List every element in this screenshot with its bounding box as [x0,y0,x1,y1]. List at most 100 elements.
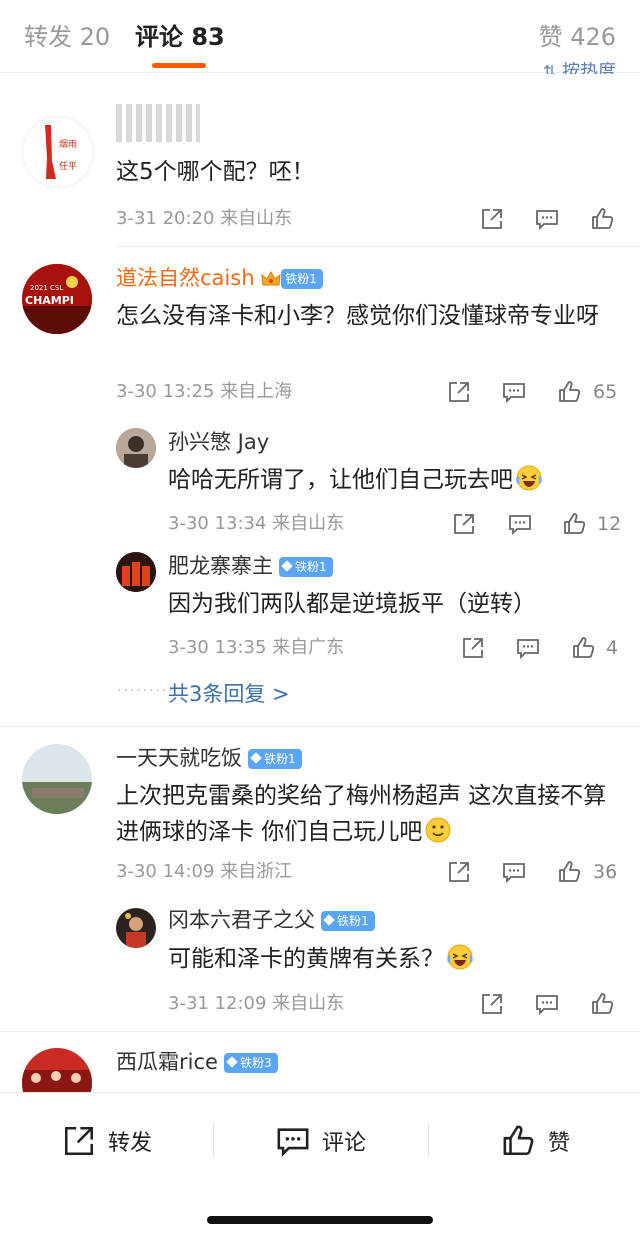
share-icon[interactable] [480,207,504,231]
username-text: 道法自然caish [116,266,255,290]
comment-icon[interactable] [502,860,526,884]
avatar[interactable]: 烟雨 任平 [22,116,94,188]
like-button[interactable]: 赞 [502,1121,570,1161]
tab-likes[interactable]: 赞 426 [539,20,616,54]
reply-meta: 3-30 13:35 来自广东 [168,637,345,658]
comment-text: 上次把克雷桑的奖给了梅州杨超声 这次直接不算进俩球的泽卡 你们自己玩儿吧 [116,783,607,845]
tab-repost[interactable]: 转发 20 [24,20,110,54]
share-icon[interactable] [452,512,476,536]
more-dots: ········· [117,683,176,699]
avatar[interactable] [22,744,92,814]
comment-icon[interactable] [535,207,559,231]
avatar-image [116,908,156,948]
comment-icon[interactable] [508,512,532,536]
reply-text: 哈哈无所谓了，让他们自己玩去吧 [168,462,618,498]
comment-meta: 3-31 20:20 来自山东 [116,208,293,229]
repost-button[interactable]: 转发 [62,1121,152,1161]
separator [213,1123,214,1157]
fan-badge: 铁粉1 [321,911,375,931]
crown-icon [261,270,281,286]
avatar[interactable] [116,552,156,592]
seal-avatar-image: 烟雨 任平 [45,125,77,179]
smile-emoji-icon [425,817,451,843]
comment-label: 评论 [322,1131,367,1156]
share-icon[interactable] [461,636,485,660]
username-text: 肥龙寨寨主 [168,554,273,578]
fan-badge: 铁粉1 [248,749,302,769]
champions-avatar-image: 2021 CSL CHAMPI [22,264,92,334]
like-count: 65 [593,381,618,403]
svg-text:2021 CSL: 2021 CSL [30,284,63,292]
like-icon[interactable] [591,207,615,231]
like-icon[interactable] [558,860,582,884]
comment-icon[interactable] [502,380,526,404]
landscape-avatar-image [22,744,92,814]
comment-icon[interactable] [516,636,540,660]
diamond-icon [250,752,262,764]
reply-text: 因为我们两队都是逆境扳平（逆转） [168,591,536,617]
tab-bar: 转发 20 评论 83 赞 426 ⇅ 按热度 [0,0,640,74]
avatar[interactable] [116,908,156,948]
share-icon [64,1126,94,1156]
censored-username [116,104,200,142]
reply-meta: 3-31 12:09 来自山东 [168,993,345,1014]
comment-button[interactable]: 评论 [276,1121,366,1161]
username[interactable]: 道法自然caish 铁粉1 [116,264,323,292]
home-indicator[interactable] [207,1216,433,1224]
like-icon[interactable] [563,512,587,536]
avatar[interactable] [116,428,156,468]
like-label: 赞 [548,1131,571,1156]
tab-comments[interactable]: 评论 83 [135,20,225,54]
fan-badge: 铁粉3 [223,1053,278,1073]
svg-text:任平: 任平 [59,160,77,172]
username[interactable]: 冈本六君子之父 铁粉1 [168,906,375,934]
reply-text: 可能和泽卡的黄牌有关系？ [168,941,618,977]
diamond-icon [226,1056,238,1068]
sort-label: 按热度 [562,62,616,74]
like-icon [503,1125,534,1156]
comment-text: 怎么没有泽卡和小李？感觉你们没懂球帝专业呀 [116,303,599,329]
avatar-image [116,428,156,468]
avatar-image [116,552,156,592]
repost-label: 转发 [108,1131,153,1156]
share-icon[interactable] [480,992,504,1016]
username-text: 一天天就吃饭 [116,746,242,770]
username[interactable]: 西瓜霜rice 铁粉3 [116,1048,278,1076]
like-count: 36 [593,861,618,883]
username-text: 冈本六君子之父 [168,908,315,932]
svg-text:烟雨: 烟雨 [59,138,77,150]
comment-divider [0,726,640,727]
username[interactable]: 孙兴慜 Jay [168,428,269,456]
comment-meta: 3-30 14:09 来自浙江 [116,861,293,882]
avatar[interactable]: 2021 CSL CHAMPI [22,264,92,334]
diamond-icon [323,914,335,926]
laughing-crying-emoji-icon [447,944,473,970]
comment-divider [116,246,640,247]
fan-badge: 铁粉1 [279,557,333,577]
reply-meta: 3-30 13:34 来自山东 [168,513,345,534]
like-count: 4 [606,637,619,659]
active-tab-indicator [152,63,206,68]
like-icon[interactable] [572,636,596,660]
more-replies-link[interactable]: 共3条回复 > [168,680,290,708]
fan-badge: 铁粉1 [281,269,323,289]
sort-toggle[interactable]: ⇅ 按热度 [543,62,616,74]
username[interactable]: 肥龙寨寨主 铁粉1 [168,552,333,580]
comment-icon [277,1128,309,1157]
like-icon[interactable] [591,992,615,1016]
like-icon[interactable] [558,380,582,404]
laughing-crying-emoji-icon [516,465,542,491]
username-text: 西瓜霜rice [116,1050,218,1074]
share-icon[interactable] [447,380,471,404]
comment-text: 这5个哪个配？呸！ [116,159,315,185]
svg-text:CHAMPI: CHAMPI [25,294,74,307]
separator [428,1123,429,1157]
comment-icon[interactable] [535,992,559,1016]
diamond-icon [281,560,293,572]
comment-meta: 3-30 13:25 来自上海 [116,381,293,402]
comment-divider [0,1031,640,1032]
like-count: 12 [597,513,622,535]
username[interactable]: 一天天就吃饭 铁粉1 [116,744,302,772]
share-icon[interactable] [447,860,471,884]
sort-icon: ⇅ [542,62,557,74]
